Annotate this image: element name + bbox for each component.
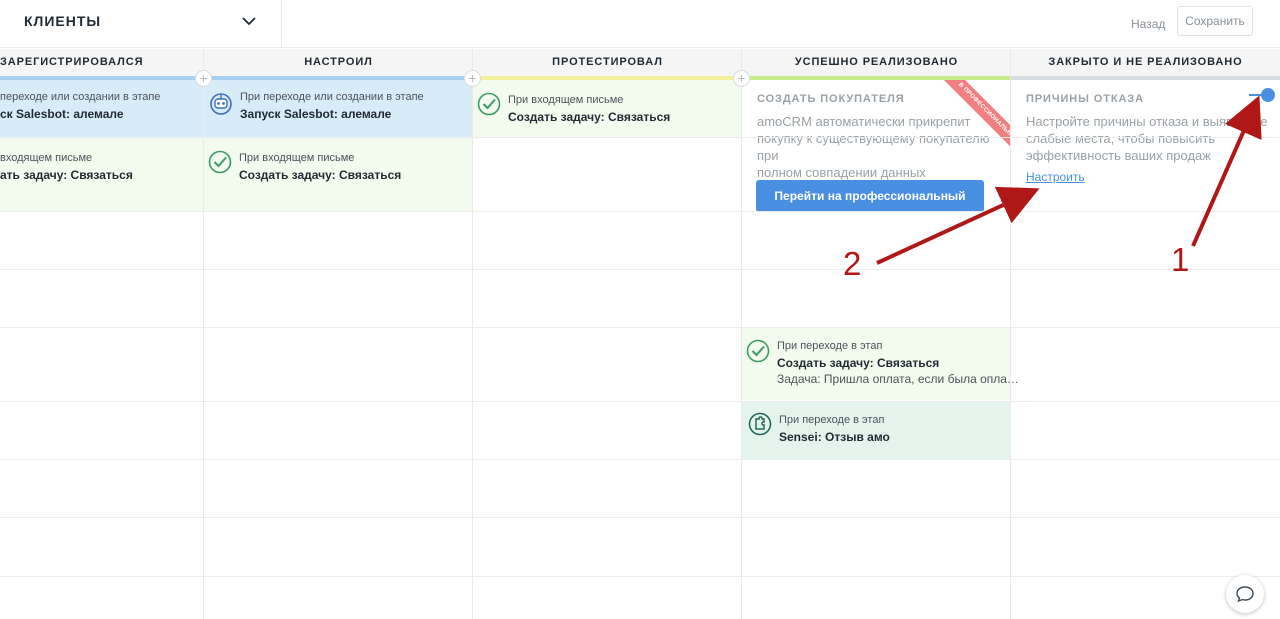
card-title: СОЗДАТЬ ПОКУПАТЕЛЯ bbox=[757, 93, 905, 105]
robot-icon bbox=[210, 93, 232, 115]
setup-link[interactable]: Настроить bbox=[1026, 170, 1085, 184]
automation-email-task[interactable]: входящем письме ать задачу: Связаться bbox=[0, 138, 204, 211]
description-line: полном совпадении данных bbox=[757, 165, 926, 180]
row-divider bbox=[0, 401, 1280, 402]
action-text: Создать задачу: Связаться bbox=[239, 168, 402, 182]
upgrade-plan-button[interactable]: Перейти на профессиональный тариф bbox=[756, 180, 984, 235]
row-divider bbox=[0, 137, 1280, 138]
column-title: ПРОТЕСТИРОВАЛ bbox=[473, 49, 742, 76]
action-text: Создать задачу: Связаться bbox=[508, 110, 671, 124]
column-registered: ЗАРЕГИСТРИРОВАЛСЯ переходе или создании … bbox=[0, 49, 204, 619]
trigger-text: При переходе или создании в этапе bbox=[240, 91, 424, 103]
trigger-text: При входящем письме bbox=[508, 94, 624, 106]
top-bar: КЛИЕНТЫ Назад Сохранить bbox=[0, 0, 1280, 48]
annotation-label-1: 1 bbox=[1171, 241, 1190, 278]
trigger-text: При переходе в этап bbox=[779, 414, 885, 426]
chat-bubble-icon bbox=[1236, 586, 1254, 603]
puzzle-icon bbox=[748, 412, 772, 436]
automation-salesbot[interactable]: переходе или создании в этапе ск Salesbo… bbox=[0, 80, 204, 137]
description-line: слабые места, чтобы повысить bbox=[1026, 131, 1216, 146]
trigger-text: При входящем письме bbox=[239, 152, 355, 164]
column-title: УСПЕШНО РЕАЛИЗОВАНО bbox=[742, 49, 1011, 76]
toggle-knob bbox=[1261, 88, 1275, 102]
automation-email-task[interactable]: При входящем письме Создать задачу: Связ… bbox=[204, 138, 473, 211]
description-line: Настройте причины отказа и выявляйте bbox=[1026, 114, 1268, 129]
chat-button[interactable] bbox=[1226, 575, 1264, 613]
row-divider bbox=[0, 269, 1280, 270]
column-lost: ЗАКРЫТО И НЕ РЕАЛИЗОВАНО ПРИЧИНЫ ОТКАЗА … bbox=[1010, 49, 1280, 619]
action-text: ск Salesbot: алемале bbox=[0, 107, 124, 121]
action-text: ать задачу: Связаться bbox=[0, 168, 133, 182]
loss-reasons-toggle[interactable] bbox=[1247, 87, 1277, 103]
row-divider bbox=[0, 459, 1280, 460]
automation-email-task[interactable]: При входящем письме Создать задачу: Связ… bbox=[473, 80, 742, 137]
automation-salesbot[interactable]: При переходе или создании в этапе Запуск… bbox=[204, 80, 473, 137]
loss-reasons-card: ПРИЧИНЫ ОТКАЗА Настройте причины отказа … bbox=[1011, 80, 1280, 211]
automation-sensei[interactable]: При переходе в этап Sensei: Отзыв амо bbox=[742, 401, 1011, 459]
pro-ribbon: В ПРОФЕССИОНАЛЬНОМ bbox=[937, 80, 1011, 154]
pipeline-selector[interactable]: КЛИЕНТЫ bbox=[0, 0, 282, 48]
save-button[interactable]: Сохранить bbox=[1177, 6, 1253, 36]
check-circle-icon bbox=[477, 92, 501, 116]
add-stage-button[interactable]: + bbox=[195, 70, 212, 87]
chevron-down-icon bbox=[242, 17, 256, 26]
card-description: Настройте причины отказа и выявляйте сла… bbox=[1026, 113, 1276, 164]
row-divider bbox=[0, 517, 1280, 518]
pipeline-automation-screen: КЛИЕНТЫ Назад Сохранить ЗАРЕГИСТРИРОВАЛС… bbox=[0, 0, 1280, 619]
trigger-text: При переходе в этап bbox=[777, 340, 883, 352]
description-line: эффективность ваших продаж bbox=[1026, 148, 1211, 163]
pipeline-name: КЛИЕНТЫ bbox=[24, 13, 102, 29]
action-text: Запуск Salesbot: алемале bbox=[240, 107, 392, 121]
add-stage-button[interactable]: + bbox=[464, 70, 481, 87]
column-won: УСПЕШНО РЕАЛИЗОВАНО СОЗДАТЬ ПОКУПАТЕЛЯ a… bbox=[741, 49, 1019, 619]
add-stage-button[interactable]: + bbox=[733, 70, 750, 87]
row-divider bbox=[0, 576, 1280, 577]
ribbon-label: В ПРОФЕССИОНАЛЬНОМ bbox=[943, 80, 1011, 154]
trigger-text: переходе или создании в этапе bbox=[0, 91, 161, 103]
row-divider bbox=[0, 211, 1280, 212]
column-title: ЗАРЕГИСТРИРОВАЛСЯ bbox=[0, 49, 204, 76]
check-circle-icon bbox=[746, 339, 770, 363]
annotation-label-2: 2 bbox=[843, 245, 862, 282]
action-text: Sensei: Отзыв амо bbox=[779, 430, 890, 444]
row-divider bbox=[0, 327, 1280, 328]
action-text: Создать задачу: Связаться bbox=[777, 356, 940, 370]
column-title: ЗАКРЫТО И НЕ РЕАЛИЗОВАНО bbox=[1011, 49, 1280, 76]
column-title: НАСТРОИЛ bbox=[204, 49, 473, 76]
check-circle-icon bbox=[208, 150, 232, 174]
automation-task[interactable]: При переходе в этап Создать задачу: Связ… bbox=[742, 327, 1019, 400]
task-detail-text: Задача: Пришла оплата, если была опла… bbox=[777, 372, 1019, 386]
column-tested: ПРОТЕСТИРОВАЛ При входящем письме Создат… bbox=[472, 49, 742, 619]
column-configured: НАСТРОИЛ При переходе или создании в эта… bbox=[203, 49, 473, 619]
trigger-text: входящем письме bbox=[0, 152, 93, 164]
back-button[interactable]: Назад bbox=[1126, 10, 1170, 38]
card-title: ПРИЧИНЫ ОТКАЗА bbox=[1026, 93, 1144, 105]
